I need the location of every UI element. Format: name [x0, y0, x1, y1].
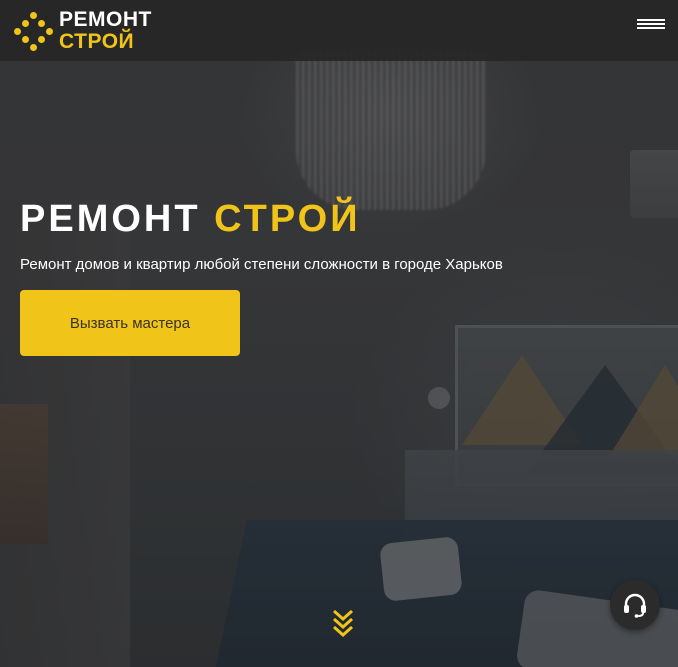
hero-title-part-1: РЕМОНТ: [20, 198, 201, 240]
hero-title: РЕМОНТ СТРОЙ: [20, 198, 361, 241]
logo-line-1: РЕМОНТ: [59, 8, 152, 31]
logo-link[interactable]: РЕМОНТ СТРОЙ: [13, 9, 152, 52]
logo-line-2: СТРОЙ: [59, 30, 135, 53]
headset-icon: [624, 593, 646, 618]
hero-subtitle: Ремонт домов и квартир любой степени сло…: [20, 256, 503, 273]
call-master-button[interactable]: Вызвать мастера: [20, 290, 240, 356]
double-chevron-down-icon[interactable]: [331, 605, 355, 639]
logo-text: РЕМОНТ СТРОЙ: [59, 9, 152, 52]
page: РЕМОНТ СТРОЙ РЕМОНТ СТРОЙ Ремонт домов и…: [0, 0, 678, 667]
support-chat-button[interactable]: [610, 580, 660, 630]
hero-title-part-2: СТРОЙ: [214, 198, 361, 240]
hamburger-menu-icon[interactable]: [637, 19, 665, 33]
dots-diamond-logo-icon: [13, 11, 53, 51]
site-header: РЕМОНТ СТРОЙ: [0, 0, 678, 61]
